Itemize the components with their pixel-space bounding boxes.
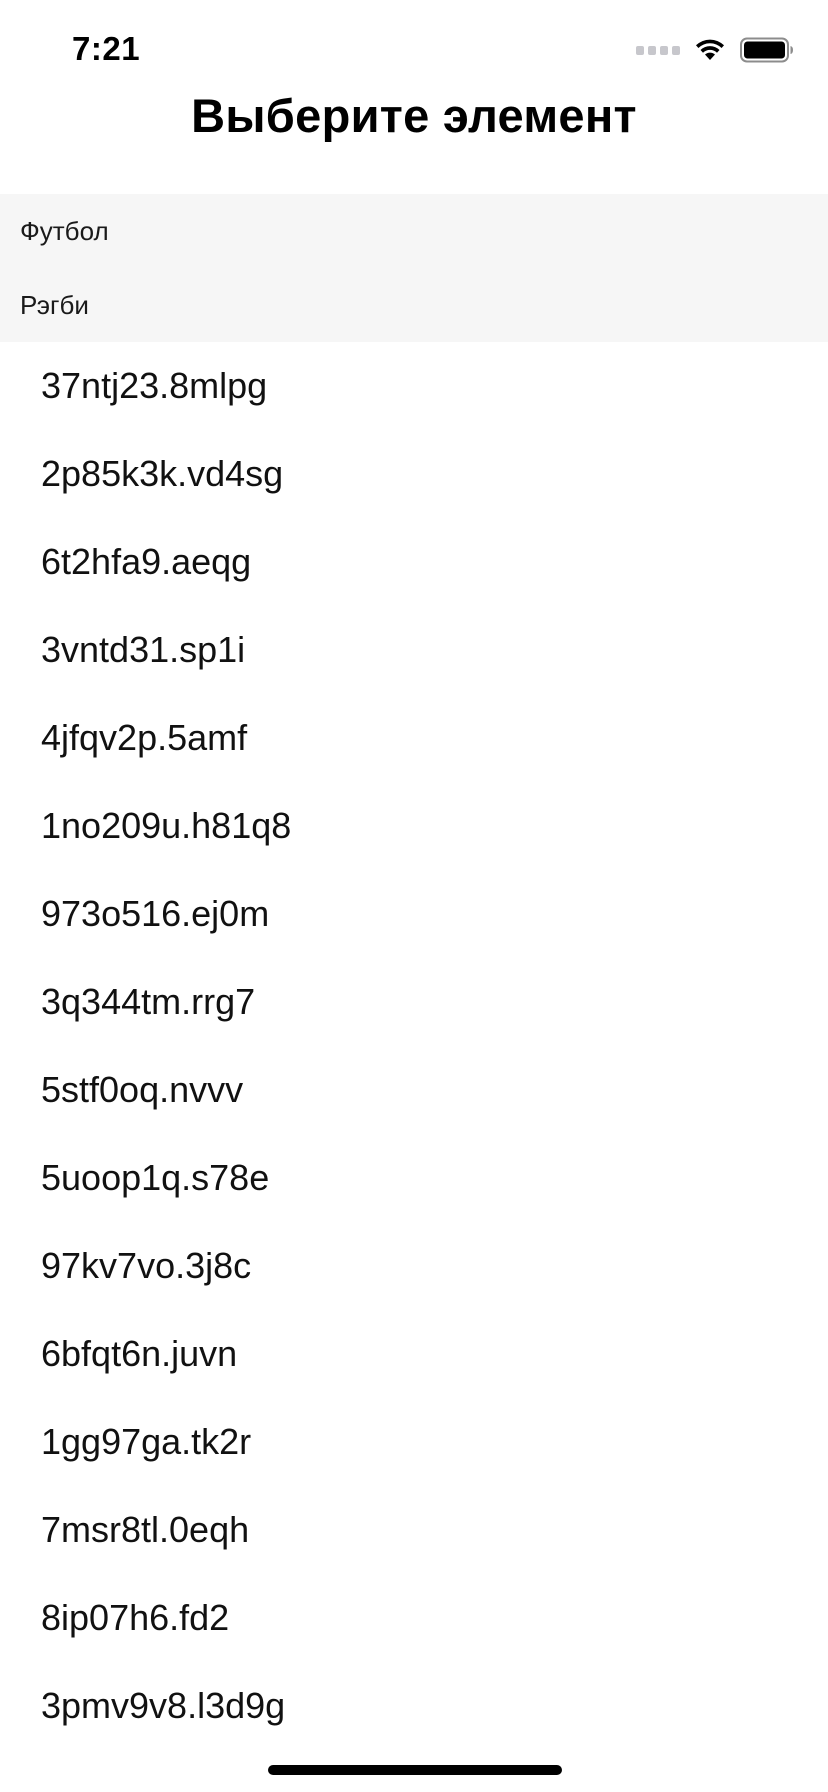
list-item[interactable]: 3vntd31.sp1i	[0, 606, 828, 694]
status-bar: 7:21	[0, 0, 828, 96]
list-item-label: 3pmv9v8.l3d9g	[41, 1685, 286, 1726]
list-item-label: 1gg97ga.tk2r	[41, 1421, 252, 1462]
list-item-label: 5stf0oq.nvvv	[41, 1069, 244, 1110]
battery-icon	[740, 37, 793, 63]
list-item[interactable]: 3q344tm.rrg7	[0, 958, 828, 1046]
screen: 7:21 Выберите элемент Футбол Рэгби 37ntj…	[0, 0, 828, 1792]
list-item-label: 5uoop1q.s78e	[41, 1157, 270, 1198]
list-item[interactable]: 7msr8tl.0eqh	[0, 1486, 828, 1574]
category-label: Футбол	[20, 215, 109, 246]
list-item-label: 7msr8tl.0eqh	[41, 1509, 250, 1550]
list-item-label: 6t2hfa9.aeqg	[41, 541, 252, 582]
list-item[interactable]: 4jfqv2p.5amf	[0, 694, 828, 782]
list-item[interactable]: 973o516.ej0m	[0, 870, 828, 958]
list-item[interactable]: 3pmv9v8.l3d9g	[0, 1662, 828, 1750]
home-indicator[interactable]	[268, 1765, 562, 1775]
list-item-label: 2p85k3k.vd4sg	[41, 453, 284, 494]
list-item[interactable]: 8ip07h6.fd2	[0, 1574, 828, 1662]
page-title: Выберите элемент	[191, 89, 637, 142]
list-item-label: 8ip07h6.fd2	[41, 1597, 230, 1638]
list-item-label: 37ntj23.8mlpg	[41, 365, 268, 406]
list-item[interactable]: 5stf0oq.nvvv	[0, 1046, 828, 1134]
list-item[interactable]: 37ntj23.8mlpg	[0, 342, 828, 430]
category-item-rugby[interactable]: Рэгби	[0, 268, 828, 342]
category-label: Рэгби	[20, 289, 89, 320]
list-item[interactable]: 2p85k3k.vd4sg	[0, 430, 828, 518]
list-item[interactable]: 1no209u.h81q8	[0, 782, 828, 870]
list-item-label: 4jfqv2p.5amf	[41, 717, 248, 758]
list-item-label: 3q344tm.rrg7	[41, 981, 256, 1022]
cellular-signal-icon	[636, 45, 680, 55]
item-list: 37ntj23.8mlpg 2p85k3k.vd4sg 6t2hfa9.aeqg…	[0, 342, 828, 1750]
category-item-football[interactable]: Футбол	[0, 194, 828, 268]
status-icons	[636, 34, 794, 66]
wifi-icon	[696, 39, 724, 60]
list-item-label: 6bfqt6n.juvn	[41, 1333, 238, 1374]
category-section: Футбол Рэгби	[0, 194, 828, 342]
list-item-label: 3vntd31.sp1i	[41, 629, 246, 670]
list-item[interactable]: 1gg97ga.tk2r	[0, 1398, 828, 1486]
list-item[interactable]: 97kv7vo.3j8c	[0, 1222, 828, 1310]
list-item[interactable]: 6bfqt6n.juvn	[0, 1310, 828, 1398]
list-item[interactable]: 6t2hfa9.aeqg	[0, 518, 828, 606]
list-item[interactable]: 5uoop1q.s78e	[0, 1134, 828, 1222]
list-item-label: 1no209u.h81q8	[41, 805, 292, 846]
status-time: 7:21	[72, 30, 141, 67]
list-item-label: 973o516.ej0m	[41, 893, 270, 934]
list-item-label: 97kv7vo.3j8c	[41, 1245, 252, 1286]
